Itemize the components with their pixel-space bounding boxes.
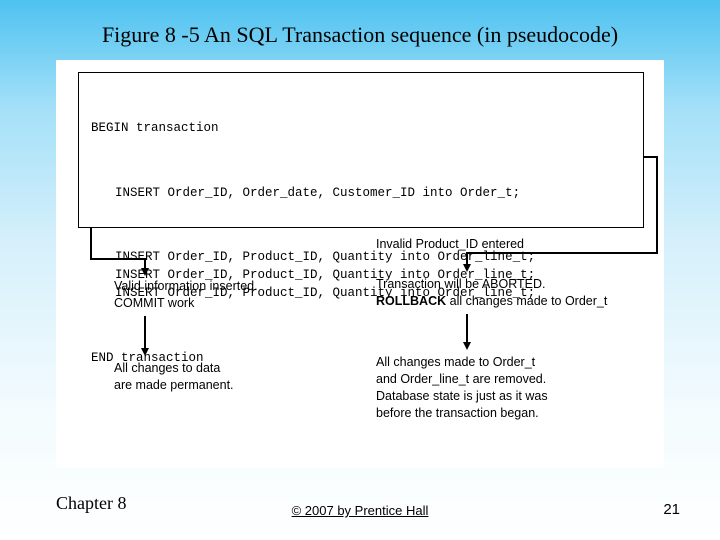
label-valid: Valid information inserted. COMMIT work — [114, 278, 258, 312]
footer-copyright: © 2007 by Prentice Hall — [0, 503, 720, 518]
label-permanent: All changes to data are made permanent. — [114, 360, 234, 394]
label-removed-line4: before the transaction began. — [376, 405, 548, 422]
label-abort-line1: Transaction will be ABORTED. — [376, 276, 607, 293]
arrow-down-icon — [141, 348, 149, 356]
figure-title: Figure 8 -5 An SQL Transaction sequence … — [0, 22, 720, 48]
label-invalid: Invalid Product_ID entered — [376, 236, 524, 253]
label-removed-line3: Database state is just as it was — [376, 388, 548, 405]
flow-line — [144, 316, 146, 350]
arrow-down-icon — [463, 264, 471, 272]
arrow-down-icon — [141, 268, 149, 276]
flow-line — [90, 228, 92, 258]
footer-page-number: 21 — [663, 501, 680, 518]
label-rollback-word: ROLLBACK — [376, 294, 446, 308]
code-insert-order: INSERT Order_ID, Order_date, Customer_ID… — [91, 184, 631, 202]
label-abort-line2: ROLLBACK all changes made to Order_t — [376, 293, 607, 310]
label-permanent-line1: All changes to data — [114, 360, 234, 377]
label-permanent-line2: are made permanent. — [114, 377, 234, 394]
flow-line — [466, 314, 468, 344]
label-removed-line1: All changes made to Order_t — [376, 354, 548, 371]
label-valid-line1: Valid information inserted. — [114, 278, 258, 295]
label-invalid-line1: Invalid Product_ID entered — [376, 236, 524, 253]
label-abort-rest: all changes made to Order_t — [446, 294, 607, 308]
arrow-down-icon — [463, 342, 471, 350]
code-begin: BEGIN transaction — [91, 119, 631, 137]
flow-line — [656, 156, 658, 254]
label-removed-line2: and Order_line_t are removed. — [376, 371, 548, 388]
label-valid-line2: COMMIT work — [114, 295, 258, 312]
label-removed: All changes made to Order_t and Order_li… — [376, 354, 548, 422]
diagram-panel: BEGIN transaction INSERT Order_ID, Order… — [56, 60, 664, 468]
label-abort: Transaction will be ABORTED. ROLLBACK al… — [376, 276, 607, 310]
pseudocode-box: BEGIN transaction INSERT Order_ID, Order… — [78, 72, 644, 228]
flow-line — [90, 258, 146, 260]
